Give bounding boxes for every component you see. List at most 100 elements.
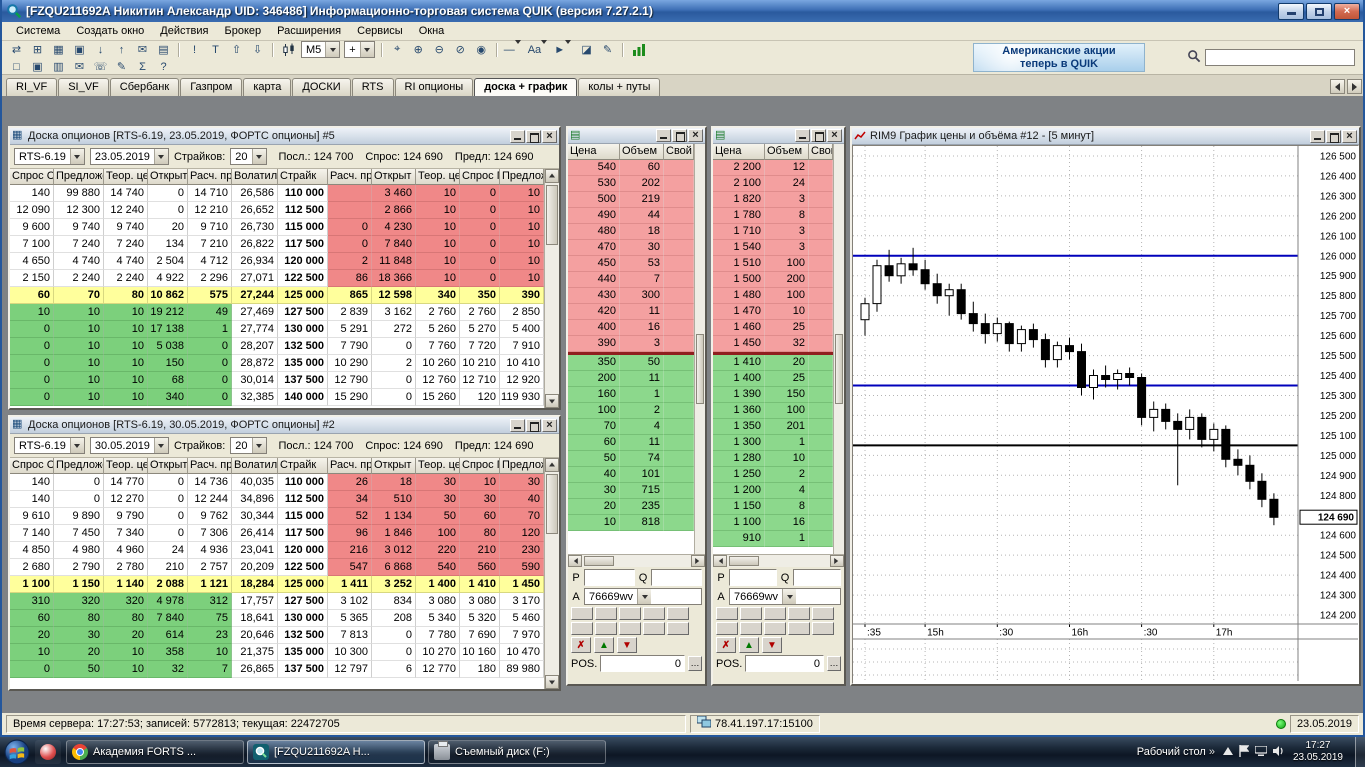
board-cell[interactable]: 5 038 — [148, 338, 188, 355]
own-cell[interactable] — [664, 499, 694, 515]
board-cell[interactable]: 9 790 — [104, 508, 148, 525]
connection-icon[interactable]: ⇄ — [7, 42, 26, 58]
board-cell[interactable]: 89 980 — [500, 661, 544, 678]
board-cell[interactable]: 14 710 — [188, 185, 232, 202]
board-cell[interactable]: 390 — [500, 287, 544, 304]
buy-button[interactable]: ▲ — [739, 637, 759, 653]
board-cell[interactable]: 120 000 — [278, 253, 328, 270]
line-tool-icon[interactable]: — — [503, 42, 525, 58]
options-board-window-1[interactable]: ▦ Доска опционов [RTS-6.19, 23.05.2019, … — [8, 126, 561, 410]
action-center-flag-icon[interactable] — [1239, 744, 1250, 760]
window-titlebar[interactable]: ▦ Доска опционов [RTS-6.19, 30.05.2019, … — [10, 417, 559, 434]
board-cell[interactable]: 4 230 — [372, 219, 416, 236]
volume-cell[interactable]: 201 — [765, 419, 809, 435]
quick-button[interactable] — [667, 607, 689, 620]
cancel-order-button[interactable]: ✗ — [571, 637, 591, 653]
instrument-select[interactable]: RTS-6.19 — [14, 148, 85, 165]
board-cell[interactable]: 210 — [148, 559, 188, 576]
new-table-icon[interactable]: ⊞ — [28, 42, 47, 58]
board-cell[interactable]: 10 — [500, 219, 544, 236]
bid-row[interactable]: 70 4 — [568, 419, 694, 435]
board-cell[interactable]: 7 970 — [500, 627, 544, 644]
board-cell[interactable]: 10 — [500, 185, 544, 202]
board-cell[interactable]: 40 — [500, 491, 544, 508]
maximize-button[interactable] — [526, 418, 541, 432]
own-cell[interactable] — [664, 304, 694, 320]
board-cell[interactable]: 1 — [188, 321, 232, 338]
board-cell[interactable]: 0 — [10, 338, 54, 355]
board-cell[interactable]: 9 762 — [188, 508, 232, 525]
volume-cell[interactable]: 4 — [620, 419, 664, 435]
vertical-scrollbar[interactable] — [544, 458, 559, 689]
cancel-order-button[interactable]: ✗ — [716, 637, 736, 653]
new-window-icon[interactable]: □ — [7, 59, 26, 75]
interval-select[interactable]: M5 — [301, 41, 341, 58]
price-cell[interactable]: 1 200 — [713, 483, 765, 499]
board-cell[interactable]: 7 720 — [460, 338, 500, 355]
board-cell[interactable]: 10 — [460, 474, 500, 491]
board-cell[interactable]: 7 100 — [10, 236, 54, 253]
volume-cell[interactable]: 219 — [620, 192, 664, 208]
board-cell[interactable]: 49 — [188, 304, 232, 321]
bid-row[interactable]: 10 818 — [568, 515, 694, 531]
board-cell[interactable]: 115 000 — [278, 508, 328, 525]
tab-8[interactable]: RI опционы — [394, 78, 474, 96]
zoom-reset-icon[interactable]: ⊘ — [451, 42, 470, 58]
board-cell[interactable]: 0 — [188, 338, 232, 355]
volume-cell[interactable]: 20 — [765, 355, 809, 371]
price-cell[interactable]: 70 — [568, 419, 620, 435]
own-cell[interactable] — [664, 288, 694, 304]
own-cell[interactable] — [809, 499, 833, 515]
board-cell[interactable]: 30 — [416, 474, 460, 491]
board-cell[interactable]: 40,035 — [232, 474, 278, 491]
board-cell[interactable]: 9 710 — [188, 219, 232, 236]
board-cell[interactable]: 26,652 — [232, 202, 278, 219]
own-cell[interactable] — [809, 467, 833, 483]
board-cell[interactable]: 18,284 — [232, 576, 278, 593]
window-titlebar[interactable]: ▤ — [713, 128, 844, 144]
board-cell[interactable]: 9 600 — [10, 219, 54, 236]
tab-3[interactable]: Сбербанк — [109, 78, 180, 96]
board-cell[interactable]: 1 410 — [460, 576, 500, 593]
own-cell[interactable] — [664, 435, 694, 451]
board-cell[interactable]: 10 — [104, 338, 148, 355]
quick-button[interactable] — [788, 607, 810, 620]
board-cell[interactable]: 1 400 — [416, 576, 460, 593]
quick-button[interactable] — [788, 622, 810, 635]
board-cell[interactable]: 2 504 — [148, 253, 188, 270]
board-cell[interactable]: 0 — [372, 338, 416, 355]
board-cell[interactable]: 590 — [500, 559, 544, 576]
board-cell[interactable]: 9 740 — [104, 219, 148, 236]
start-button[interactable] — [2, 738, 32, 766]
board-cell[interactable]: 70 — [500, 508, 544, 525]
board-cell[interactable]: 26,414 — [232, 525, 278, 542]
volume-cell[interactable]: 53 — [620, 256, 664, 272]
board-cell[interactable]: 2 680 — [10, 559, 54, 576]
close-button[interactable] — [827, 129, 842, 142]
volume-cell[interactable]: 100 — [765, 256, 809, 272]
own-cell[interactable] — [664, 256, 694, 272]
board-cell[interactable]: 96 — [328, 525, 372, 542]
window-titlebar[interactable]: ▤ — [568, 128, 705, 144]
bid-row[interactable]: 50 74 — [568, 451, 694, 467]
chevron-down-icon[interactable] — [541, 44, 550, 56]
own-cell[interactable] — [664, 451, 694, 467]
tab-scroll-right[interactable] — [1347, 79, 1362, 94]
board-cell[interactable]: 2 839 — [328, 304, 372, 321]
board-cell[interactable]: 10 — [500, 202, 544, 219]
board-cell[interactable]: 30 — [460, 491, 500, 508]
board-cell[interactable]: 7 690 — [460, 627, 500, 644]
horizontal-scrollbar[interactable] — [568, 554, 705, 567]
quick-button[interactable] — [619, 607, 641, 620]
chevron-down-icon[interactable] — [782, 589, 797, 604]
board-cell[interactable]: 210 — [460, 542, 500, 559]
ask-row[interactable]: 1 710 3 — [713, 224, 833, 240]
board-cell[interactable]: 132 500 — [278, 627, 328, 644]
own-cell[interactable] — [809, 240, 833, 256]
board-cell[interactable]: 1 411 — [328, 576, 372, 593]
chevron-down-icon[interactable] — [325, 42, 340, 57]
price-cell[interactable]: 1 470 — [713, 304, 765, 320]
board-cell[interactable]: 14 770 — [104, 474, 148, 491]
board-cell[interactable]: 0 — [54, 491, 104, 508]
show-hidden-icons-icon[interactable] — [1222, 746, 1233, 758]
